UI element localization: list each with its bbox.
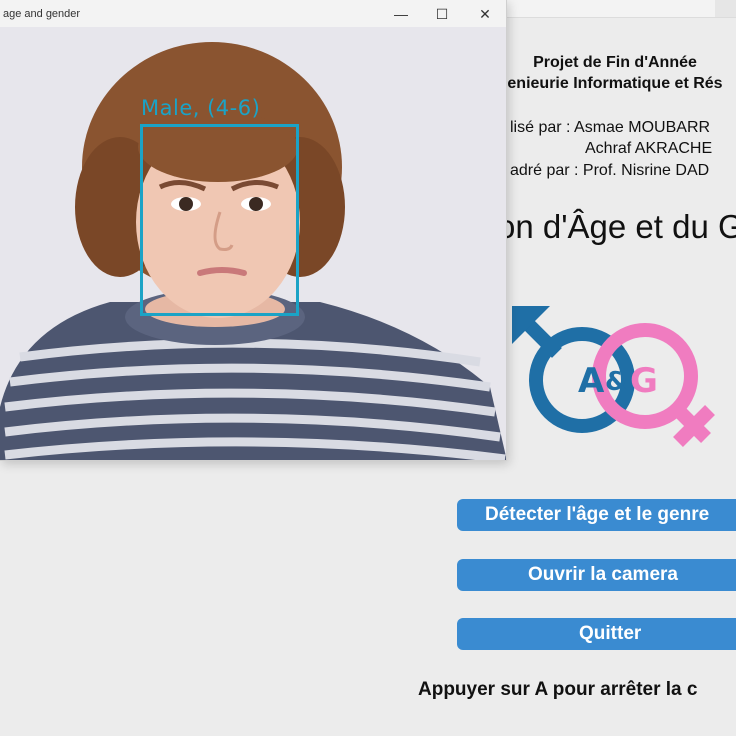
detection-window-title-bar[interactable]: age and gender — ☐ ✕: [0, 0, 506, 27]
logo-ampersand: &: [605, 367, 628, 397]
detection-window[interactable]: age and gender — ☐ ✕ Male, (4-6): [0, 0, 507, 461]
title-bar-edge: [715, 0, 736, 17]
age-gender-logo: A & G: [512, 306, 715, 447]
credit-second-author: Achraf AKRACHE: [585, 140, 713, 157]
credit-realise: lisé par : Asmae MOUBARR: [510, 119, 711, 136]
maximize-icon[interactable]: ☐: [431, 4, 453, 24]
detection-window-title: age and gender: [3, 8, 81, 20]
open-camera-button[interactable]: Ouvrir la camera: [457, 559, 736, 591]
detect-button-label: Détecter l'âge et le genre: [485, 504, 710, 525]
face-bounding-box: [140, 124, 299, 316]
close-icon[interactable]: ✕: [474, 4, 496, 24]
quit-button[interactable]: Quitter: [457, 618, 736, 650]
detection-label: Male, (4-6): [141, 96, 261, 120]
logo-letter-a: A: [578, 361, 605, 401]
quit-button-label: Quitter: [579, 623, 642, 644]
detect-age-gender-button[interactable]: Détecter l'âge et le genre: [457, 499, 736, 531]
camera-button-label: Ouvrir la camera: [528, 564, 678, 585]
credit-encadre: adré par : Prof. Nisrine DAD: [510, 162, 710, 179]
app-title-bar: [500, 0, 736, 18]
app-main-title: on d'Âge et du G: [497, 208, 736, 245]
stop-hint-text: Appuyer sur A pour arrêter la c: [418, 679, 698, 700]
logo-letter-g: G: [630, 361, 658, 401]
minimize-icon[interactable]: —: [390, 4, 412, 24]
screen: Projet de Fin d'Année enieurie Informati…: [0, 0, 736, 736]
